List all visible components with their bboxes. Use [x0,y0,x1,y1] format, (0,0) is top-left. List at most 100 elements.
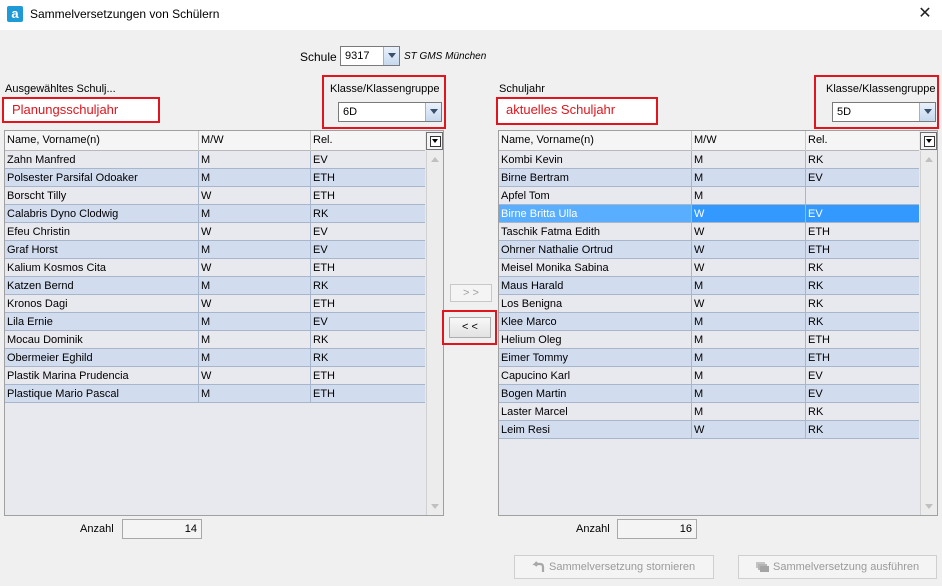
cell-name: Mocau Dominik [7,334,83,346]
table-row[interactable]: Kronos Dagi W ETH [5,295,425,313]
cell-gender: M [201,316,211,328]
table-row[interactable]: Plastique Mario Pascal M ETH [5,385,425,403]
cell-gender: W [201,370,212,382]
left-col-mw[interactable]: M/W [201,134,224,146]
cell-gender: M [201,208,211,220]
right-col-name[interactable]: Name, Vorname(n) [501,134,594,146]
move-right-button[interactable]: > > [450,284,492,302]
cell-religion: RK [808,424,824,436]
cell-gender: W [201,226,212,238]
cancel-transfer-label: Sammelversetzung stornieren [549,561,696,573]
left-annotation: Planungsschuljahr [2,97,160,123]
table-row[interactable]: Lila Ernie M EV [5,313,425,331]
scroll-up-icon[interactable] [431,157,439,162]
cell-name: Plastik Marina Prudencia [7,370,129,382]
table-row[interactable]: Los Benigna W RK [499,295,919,313]
table-row[interactable]: Birne Bertram M EV [499,169,919,187]
cell-religion: ETH [313,262,335,274]
table-row[interactable]: Laster Marcel M RK [499,403,919,421]
table-row[interactable]: Borscht Tilly W ETH [5,187,425,205]
column-chooser-icon[interactable] [426,132,443,150]
dialog-window: a Sammelversetzungen von Schülern ✕ Schu… [0,0,942,586]
table-row[interactable]: Katzen Bernd M RK [5,277,425,295]
cell-name: Helium Oleg [501,334,562,346]
table-row[interactable]: Mocau Dominik M RK [5,331,425,349]
cell-name: Birne Bertram [501,172,569,184]
app-icon: a [7,6,23,22]
cell-religion: RK [313,208,329,220]
cell-gender: M [201,334,211,346]
cell-name: Plastique Mario Pascal [7,388,119,400]
cell-gender: M [201,280,211,292]
cell-religion: EV [808,370,823,382]
right-col-mw[interactable]: M/W [694,134,717,146]
table-row[interactable]: Efeu Christin W EV [5,223,425,241]
cell-gender: M [201,154,211,166]
scroll-down-icon[interactable] [925,504,933,509]
table-row[interactable]: Plastik Marina Prudencia W ETH [5,367,425,385]
cell-gender: M [694,172,704,184]
cell-gender: M [694,406,704,418]
chevron-down-icon[interactable] [425,103,441,121]
table-row[interactable]: Klee Marco M RK [499,313,919,331]
cell-name: Polsester Parsifal Odoaker [7,172,138,184]
table-row[interactable]: Graf Horst M EV [5,241,425,259]
cell-religion: RK [808,406,824,418]
cell-name: Borscht Tilly [7,190,67,202]
cell-gender: M [694,370,704,382]
table-row[interactable]: Helium Oleg M ETH [499,331,919,349]
table-row[interactable]: Kombi Kevin M RK [499,151,919,169]
cell-gender: W [201,262,212,274]
cell-gender: W [694,208,705,220]
left-klasse-select[interactable]: 6D [338,102,442,122]
table-row[interactable]: Meisel Monika Sabina W RK [499,259,919,277]
table-row[interactable]: Kalium Kosmos Cita W ETH [5,259,425,277]
table-row[interactable]: Maus Harald M RK [499,277,919,295]
table-row[interactable]: Eimer Tommy M ETH [499,349,919,367]
cell-gender: M [694,154,704,166]
cell-name: Calabris Dyno Clodwig [7,208,119,220]
right-col-rel[interactable]: Rel. [808,134,828,146]
cell-religion: RK [808,280,824,292]
table-row[interactable]: Polsester Parsifal Odoaker M ETH [5,169,425,187]
cell-name: Taschik Fatma Edith [501,226,601,238]
table-row[interactable]: Bogen Martin M EV [499,385,919,403]
table-row[interactable]: Birne Britta Ulla W EV [499,205,919,223]
cell-religion: ETH [808,244,830,256]
left-student-table[interactable]: Name, Vorname(n) M/W Rel. Zahn Manfred M E… [4,130,444,516]
left-col-name[interactable]: Name, Vorname(n) [7,134,100,146]
cell-religion: RK [313,334,329,346]
cell-name: Capucino Karl [501,370,571,382]
execute-transfer-button[interactable]: Sammelversetzung ausführen [738,555,937,579]
schule-select[interactable]: 9317 [340,46,400,66]
cell-religion: EV [313,316,328,328]
cell-religion: EV [313,154,328,166]
table-row[interactable]: Ohrner Nathalie Ortrud W ETH [499,241,919,259]
chevron-down-icon[interactable] [919,103,935,121]
close-button[interactable]: ✕ [914,3,936,25]
left-col-rel[interactable]: Rel. [313,134,333,146]
cell-gender: W [201,298,212,310]
table-row[interactable]: Calabris Dyno Clodwig M RK [5,205,425,223]
right-student-table[interactable]: Name, Vorname(n) M/W Rel. Kombi Kevin M RK… [498,130,938,516]
table-row[interactable]: Apfel Tom M [499,187,919,205]
table-row[interactable]: Obermeier Eghild M RK [5,349,425,367]
chevron-down-icon[interactable] [383,47,399,65]
table-row[interactable]: Zahn Manfred M EV [5,151,425,169]
column-chooser-icon[interactable] [920,132,937,150]
cell-gender: M [201,352,211,364]
right-klasse-select[interactable]: 5D [832,102,936,122]
scroll-up-icon[interactable] [925,157,933,162]
table-row[interactable]: Leim Resi W RK [499,421,919,439]
cancel-transfer-button[interactable]: Sammelversetzung stornieren [514,555,714,579]
left-klasse-value: 6D [343,106,358,118]
move-left-button[interactable]: < < [449,317,491,338]
right-schuljahr-heading: Schuljahr [499,83,545,95]
cell-gender: W [201,190,212,202]
left-scrollbar[interactable] [426,151,443,515]
table-row[interactable]: Capucino Karl M EV [499,367,919,385]
table-row[interactable]: Taschik Fatma Edith W ETH [499,223,919,241]
right-count-label: Anzahl [576,523,610,535]
right-scrollbar[interactable] [920,151,937,515]
scroll-down-icon[interactable] [431,504,439,509]
